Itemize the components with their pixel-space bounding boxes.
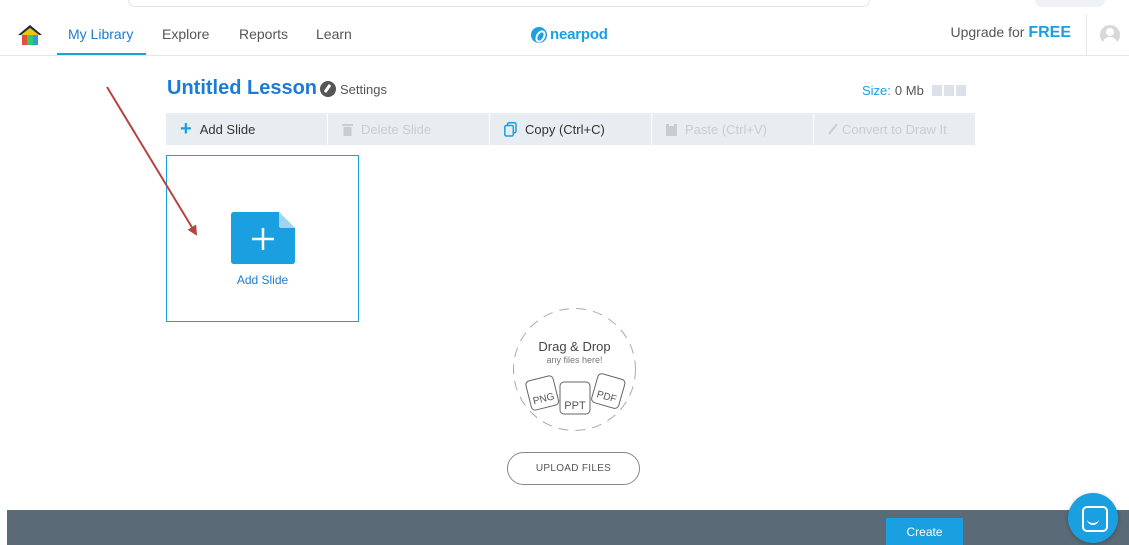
nav-my-library[interactable]: My Library [68, 26, 133, 42]
add-file-icon [231, 212, 295, 264]
pencil-icon [828, 123, 838, 135]
convert-label: Convert to Draw It [842, 121, 947, 137]
paste-icon [666, 122, 677, 136]
nav-learn[interactable]: Learn [316, 26, 352, 42]
user-avatar-icon[interactable] [1100, 25, 1120, 45]
logo-text: nearpod [550, 26, 608, 43]
nav-reports[interactable]: Reports [239, 26, 288, 42]
nav-divider [0, 55, 1129, 56]
drop-zone-title: Drag & Drop [538, 339, 611, 354]
settings-link[interactable]: Settings [320, 81, 387, 97]
house-icon[interactable] [17, 24, 43, 46]
delete-slide-label: Delete Slide [361, 121, 432, 137]
delete-slide-button[interactable]: Delete Slide [328, 113, 490, 145]
nearpod-logo-icon [531, 26, 547, 43]
plus-icon: + [180, 118, 192, 140]
file-types-icon: PNG PDF PPT [525, 373, 626, 415]
top-nav: My Library Explore Reports Learn nearpod… [0, 14, 1129, 58]
nearpod-logo[interactable]: nearpod [531, 26, 608, 43]
lesson-title[interactable]: Untitled Lesson [167, 77, 317, 100]
upload-files-button[interactable]: UPLOAD FILES [507, 452, 640, 485]
upgrade-free: FREE [1028, 24, 1071, 41]
lesson-size: Size: 0 Mb [862, 83, 966, 98]
add-slide-card[interactable]: Add Slide [166, 155, 359, 322]
size-meter [931, 85, 966, 96]
pencil-icon [320, 81, 336, 97]
top-bar-edge-right [1035, 0, 1105, 7]
upgrade-prefix: Upgrade for [950, 24, 1025, 40]
chat-icon[interactable] [1068, 493, 1118, 543]
create-button[interactable]: Create [886, 518, 963, 545]
drop-zone-subtitle: any files here! [546, 355, 603, 365]
file-type-ppt: PPT [564, 400, 586, 412]
convert-draw-it-button[interactable]: Convert to Draw It [814, 113, 975, 145]
trash-icon [342, 123, 353, 136]
add-slide-card-label: Add Slide [236, 273, 289, 287]
copy-label: Copy (Ctrl+C) [525, 121, 605, 137]
nav-divider-vertical [1086, 14, 1087, 55]
paste-label: Paste (Ctrl+V) [685, 121, 767, 137]
top-bar-edge [128, 0, 870, 7]
size-label: Size: [862, 83, 891, 98]
copy-icon [504, 121, 517, 137]
upgrade-link[interactable]: Upgrade for FREE [951, 24, 1072, 42]
add-slide-label: Add Slide [199, 121, 256, 137]
size-value: 0 Mb [894, 83, 924, 98]
paste-button[interactable]: Paste (Ctrl+V) [652, 113, 814, 145]
nav-explore[interactable]: Explore [162, 26, 209, 42]
copy-button[interactable]: Copy (Ctrl+C) [490, 113, 652, 145]
settings-label: Settings [340, 81, 387, 97]
slide-toolbar: + Add Slide Delete Slide Copy (Ctrl+C) P… [166, 113, 975, 145]
add-slide-button[interactable]: + Add Slide [166, 113, 328, 145]
